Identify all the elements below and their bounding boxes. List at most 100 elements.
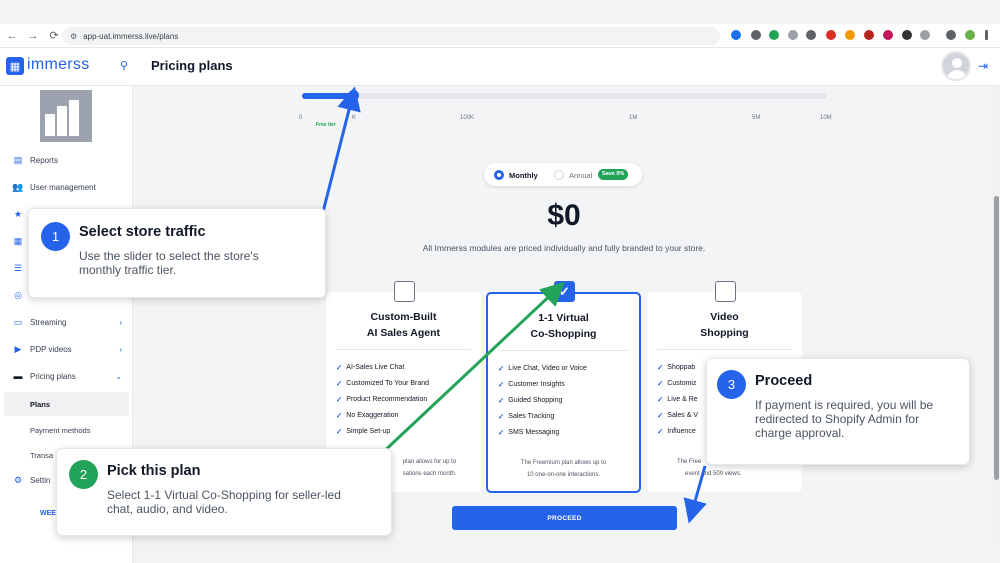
pin-icon[interactable]: ⚲ (120, 59, 128, 72)
plan-feature: ✓ Customer Insights (498, 380, 565, 389)
address-bar[interactable]: ⚙ app-uat.immerss.live/plans (62, 27, 720, 45)
plan-feature: ✓ Shoppab (657, 363, 696, 372)
slider-tick: 5M (752, 115, 761, 121)
sidebar-active-highlight (4, 392, 129, 416)
callout-text: If payment is required, you will be redir… (755, 398, 934, 440)
proceed-button[interactable]: PROCEED (452, 506, 677, 530)
plan-card-virtual-co-shopping[interactable]: ✓ 1-1 Virtual Co-Shopping ✓ Live Chat, Vid… (486, 281, 641, 493)
check-icon: ✓ (657, 379, 664, 388)
store-image (40, 90, 92, 142)
monitor-icon: ▭ (13, 316, 23, 327)
pricing-description: All Immerss modules are priced individua… (422, 243, 706, 253)
extension-icon[interactable] (751, 30, 761, 40)
plan-feature: ✓ Live Chat, Video or Voice (498, 364, 587, 373)
callout-pick-plan: 2 Pick this plan Select 1-1 Virtual Co-S… (56, 448, 392, 536)
forward-icon[interactable]: → (24, 27, 42, 45)
back-icon[interactable]: ← (3, 27, 21, 45)
scrollbar-thumb[interactable] (994, 196, 999, 480)
callout-select-traffic: 1 Select store traffic Use the slider to… (28, 208, 326, 298)
plan-feature: ✓ Customized To Your Brand (336, 379, 430, 388)
monthly-label[interactable]: Monthly (509, 171, 538, 180)
logo-icon: ▦ (6, 57, 24, 75)
check-icon: ✓ (657, 395, 664, 404)
step-badge: 2 (69, 460, 98, 489)
sidebar-item-label: User management (30, 182, 96, 192)
plan-feature: ✓ AI-Sales Live Chat (336, 363, 405, 372)
reading-list-icon[interactable] (946, 30, 956, 40)
extension-icon[interactable] (731, 30, 741, 40)
extension-icon[interactable] (864, 30, 874, 40)
traffic-slider-track[interactable] (302, 93, 827, 99)
plan-title: Custom-Built AI Sales Agent (366, 311, 441, 339)
sidebar-item-streaming[interactable]: ▭ Streaming › (12, 314, 127, 330)
sidebar-item-user-management[interactable]: 👥 User management (12, 179, 127, 195)
check-icon: ✓ (498, 396, 505, 405)
annual-radio[interactable] (554, 170, 564, 180)
slider-tick: 10M (820, 115, 832, 121)
sidebar-item-payment-methods[interactable]: Payment methods (30, 426, 90, 435)
traffic-slider-thumb[interactable] (348, 90, 359, 101)
chevron-right-icon: › (119, 344, 122, 354)
avatar[interactable] (941, 51, 971, 81)
monthly-radio[interactable] (494, 170, 504, 180)
annual-label[interactable]: Annual (569, 171, 592, 180)
plan-feature: ✓ Sales & V (657, 411, 699, 420)
sidebar-item-label: PDP videos (30, 344, 72, 354)
plan-feature: ✓ Influence (657, 427, 696, 436)
profile-icon[interactable] (965, 30, 975, 40)
sidebar-item-plans[interactable]: Plans (30, 400, 50, 409)
extension-icon[interactable] (788, 30, 798, 40)
plan-feature: ✓ SMS Messaging (498, 428, 560, 437)
page-title: Pricing plans (151, 58, 233, 73)
callout-title: Proceed (755, 373, 813, 389)
sidebar-item-pricing-plans[interactable]: ▬ Pricing plans ⌄ (12, 368, 127, 384)
extension-icon[interactable] (769, 30, 779, 40)
extensions-puzzle-icon[interactable] (920, 30, 930, 40)
check-icon: ✓ (498, 380, 505, 389)
billing-toggle: Monthly Annual Save 0% (484, 163, 642, 186)
callout-title: Select store traffic (79, 224, 206, 240)
extension-icon[interactable] (902, 30, 912, 40)
sidebar-item-transactions[interactable]: Transa (30, 451, 53, 460)
browser-toolbar: ← → ⟳ ⚙ app-uat.immerss.live/plans (0, 24, 1000, 48)
extension-icon[interactable] (845, 30, 855, 40)
site-info-icon[interactable]: ⚙ (70, 32, 77, 41)
logout-icon[interactable]: ⇥ (978, 59, 988, 73)
chevron-right-icon: › (119, 317, 122, 327)
logo-text: immerss (27, 56, 90, 73)
check-icon: ✓ (657, 363, 664, 372)
sidebar-item-label: Settin (30, 475, 51, 485)
url-text: app-uat.immerss.live/plans (83, 31, 179, 41)
plan-feature: ✓ Customiz (657, 379, 697, 388)
slider-tick: K (352, 115, 357, 121)
chevron-down-icon: ⌄ (115, 371, 122, 381)
callout-text: Select 1-1 Virtual Co-Shopping for selle… (107, 488, 341, 516)
plan-feature: ✓ Product Recommendation (336, 395, 428, 404)
free-tier-label: Free tier (316, 122, 336, 128)
plan-checkbox[interactable] (715, 281, 736, 302)
check-icon: ✓ (657, 427, 664, 436)
plan-checkbox-checked[interactable]: ✓ (554, 281, 575, 302)
sidebar-item-label: Reports (30, 155, 59, 165)
globe-icon: ◎ (14, 289, 22, 300)
calendar-icon: ▦ (13, 235, 23, 246)
sidebar-item-reports[interactable]: ▤ Reports (12, 152, 127, 168)
check-icon: ✓ (336, 379, 343, 388)
extension-icon[interactable] (826, 30, 836, 40)
check-icon: ✓ (498, 428, 505, 437)
plan-feature: ✓ Guided Shopping (498, 396, 563, 405)
sidebar-item-label: Pricing plans (30, 371, 76, 381)
menu-icon[interactable] (985, 30, 988, 40)
check-icon: ✓ (336, 395, 343, 404)
app-header: ▦ immerss ⚲ Pricing plans ⇥ (0, 48, 1000, 86)
plan-checkbox[interactable] (394, 281, 415, 302)
plan-feature: ✓ Live & Re (657, 395, 698, 404)
gear-icon: ⚙ (13, 474, 23, 485)
extension-icon[interactable] (883, 30, 893, 40)
sidebar-item-pdp-videos[interactable]: ▶ PDP videos › (12, 341, 127, 357)
plan-note: The Freemium plan allows up to 10 one-on-… (520, 460, 607, 478)
check-icon: ✓ (336, 363, 343, 372)
step-badge: 3 (717, 370, 746, 399)
extension-icon[interactable] (806, 30, 816, 40)
reload-icon[interactable]: ⟳ (45, 27, 63, 45)
